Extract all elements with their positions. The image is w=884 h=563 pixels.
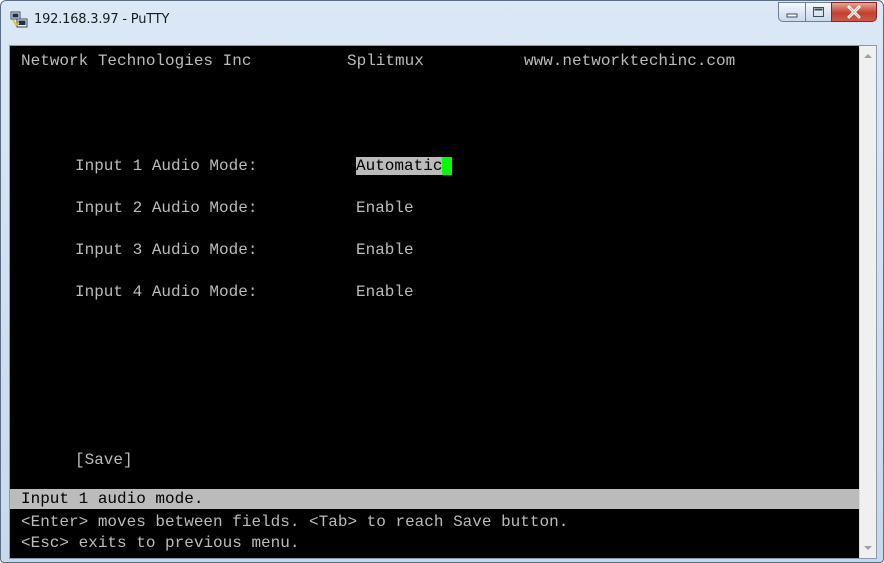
input-3-audio-mode-label: Input 3 Audio Mode: [75,241,258,259]
title-bar[interactable]: 192.168.3.97 - PuTTY [1,1,883,37]
maximize-button[interactable] [805,2,832,22]
window-title: 192.168.3.97 - PuTTY [34,12,170,27]
close-icon [847,5,861,19]
input-1-audio-mode-label: Input 1 Audio Mode: [75,157,258,175]
input-2-audio-mode-value[interactable]: Enable [356,199,414,217]
scroll-up-icon[interactable] [864,54,872,58]
maximize-icon [813,7,824,17]
header-product: Splitmux [347,52,424,70]
minimize-icon [786,13,798,18]
header-url: www.networktechinc.com [524,52,736,70]
putty-icon[interactable] [10,11,28,28]
header-company: Network Technologies Inc [21,52,252,70]
close-button[interactable] [831,2,877,22]
vertical-scrollbar[interactable] [859,46,876,558]
save-button[interactable]: [Save] [75,451,133,469]
input-2-audio-mode-label: Input 2 Audio Mode: [75,199,258,217]
terminal-screen[interactable]: Network Technologies Inc Splitmux www.ne… [10,46,859,558]
input-4-audio-mode-value[interactable]: Enable [356,283,414,301]
input-1-audio-mode-value[interactable]: Automatic [356,157,443,175]
terminal-client-area: Network Technologies Inc Splitmux www.ne… [9,45,877,559]
input-4-audio-mode-label: Input 4 Audio Mode: [75,283,258,301]
input-3-audio-mode-value[interactable]: Enable [356,241,414,259]
status-line: Input 1 audio mode. [21,490,204,508]
status-bar: Input 1 audio mode. [10,489,859,509]
help-line-1: <Enter> moves between fields. <Tab> to r… [21,513,569,531]
minimize-button[interactable] [778,2,806,22]
scroll-down-icon[interactable] [864,546,872,550]
input-1-audio-mode-field[interactable]: Automatic [356,157,453,175]
text-cursor [442,157,453,175]
putty-window: 192.168.3.97 - PuTTY Network Technologie… [0,0,884,563]
help-line-2: <Esc> exits to previous menu. [21,534,300,552]
